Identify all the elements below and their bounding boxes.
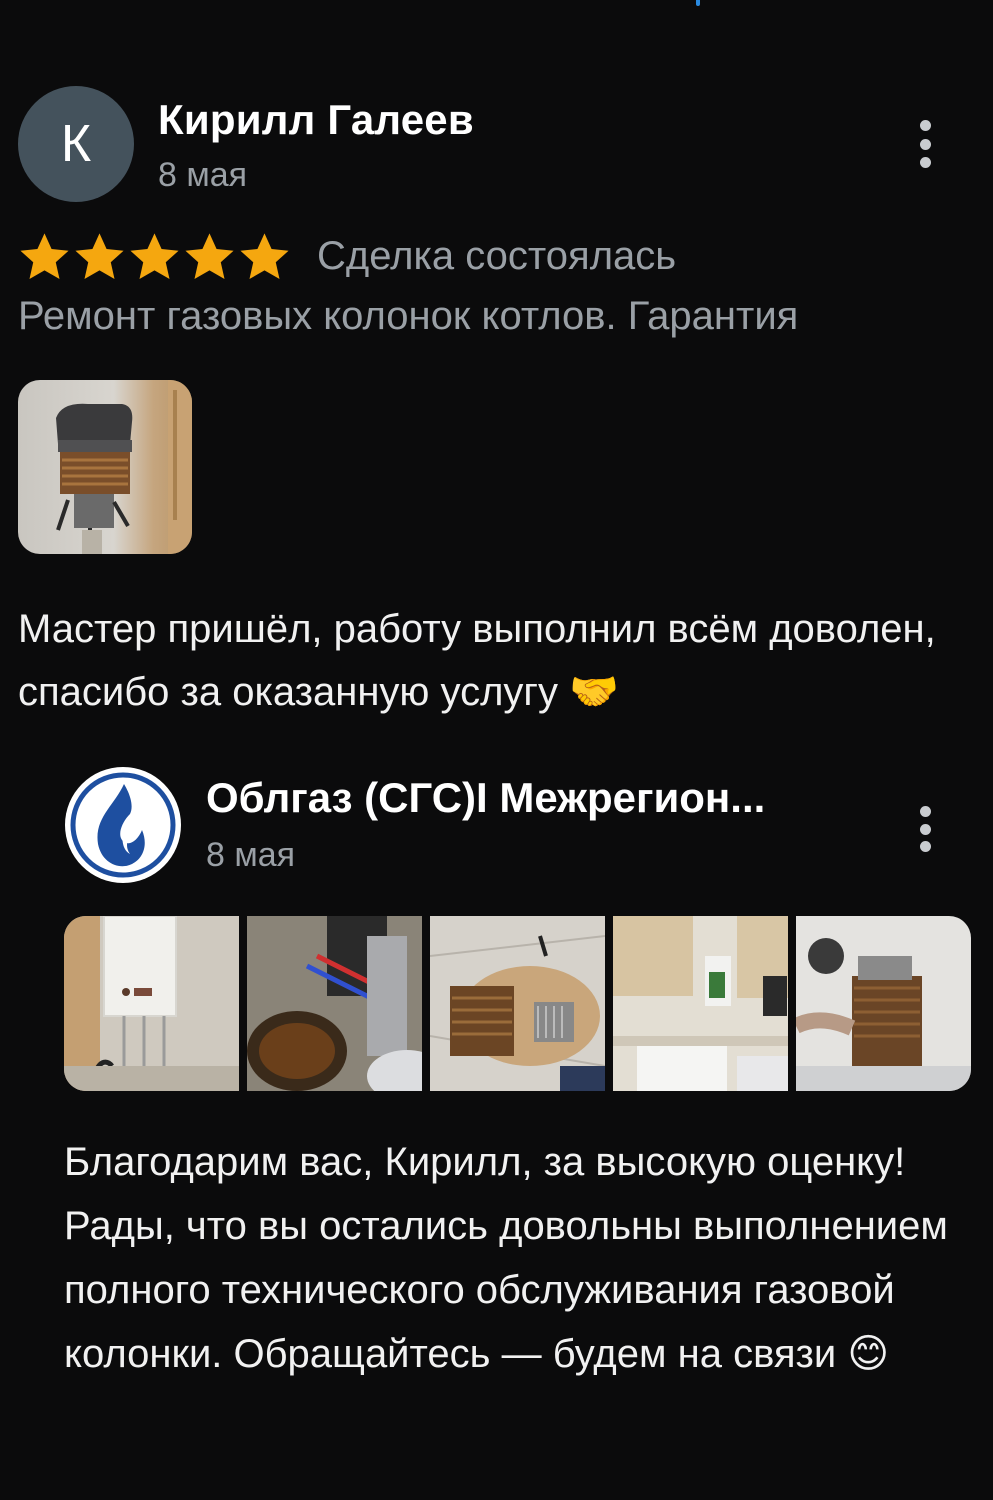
- heat-exchanger-detail-photo[interactable]: [247, 916, 422, 1091]
- review-more-options-icon[interactable]: [915, 120, 935, 168]
- author-name[interactable]: Кирилл Галеев: [158, 96, 474, 144]
- kitchen-with-heater-photo[interactable]: [613, 916, 788, 1091]
- star-icon: [185, 232, 234, 279]
- star-icon: [240, 232, 289, 279]
- reply-date: 8 мая: [206, 836, 296, 874]
- review-date: 8 мая: [158, 156, 248, 194]
- disassembled-heater-photo[interactable]: [430, 916, 605, 1091]
- reply-more-options-icon[interactable]: [915, 806, 935, 852]
- scroll-indicator: [696, 0, 700, 6]
- gas-water-heater-on-wall-photo[interactable]: [64, 916, 239, 1091]
- rating-row: Сделка состоялась: [18, 226, 676, 286]
- reply-text: Благодарим вас, Кирилл, за высокую оценк…: [64, 1140, 948, 1376]
- avatar[interactable]: К: [18, 86, 134, 202]
- deal-status: Сделка состоялась: [317, 233, 677, 278]
- service-title[interactable]: Ремонт газовых колонок котлов. Гарантия: [18, 294, 798, 339]
- company-name[interactable]: Облгаз (СГС)I Межрегион...: [206, 774, 765, 822]
- company-logo-icon[interactable]: [64, 766, 182, 884]
- heat-exchanger-cleaning-photo[interactable]: [796, 916, 971, 1091]
- review-text: Мастер пришёл, работу выполнил всём дово…: [18, 607, 936, 714]
- gas-heater-repair-photo[interactable]: [18, 380, 192, 554]
- star-icon: [130, 232, 179, 279]
- rating-stars: [18, 230, 291, 283]
- star-icon: [75, 232, 124, 279]
- reply-photo-strip: [64, 916, 971, 1091]
- star-icon: [20, 232, 69, 279]
- review-header: К Кирилл Галеев 8 мая: [18, 86, 975, 202]
